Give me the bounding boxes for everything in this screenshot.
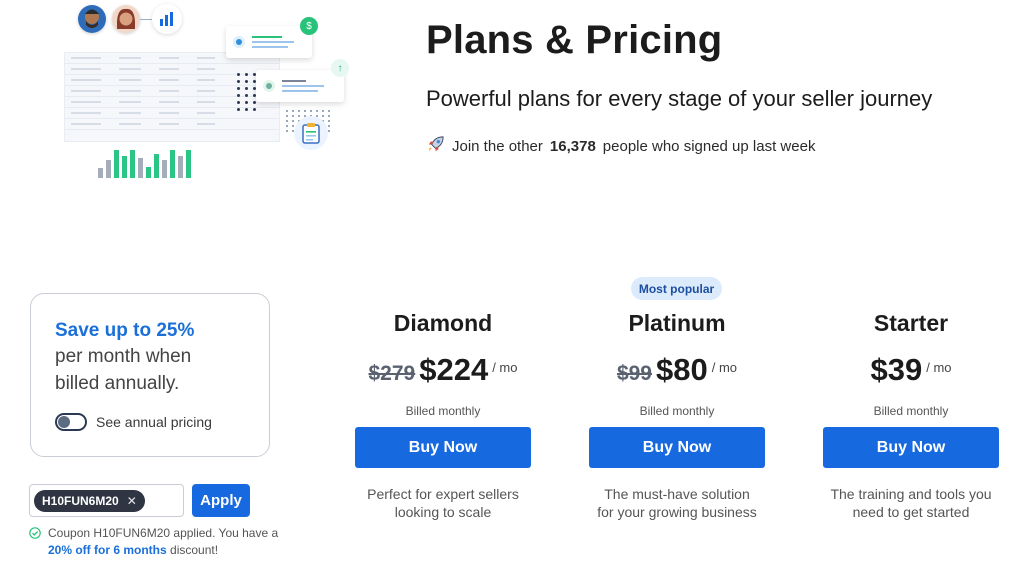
- apply-coupon-button[interactable]: Apply: [192, 484, 250, 517]
- page-subtitle: Powerful plans for every stage of your s…: [426, 86, 933, 111]
- price-row: $99 $80 / mo: [589, 352, 765, 392]
- bar-chart-icon: [152, 4, 182, 34]
- dollar-icon: $: [300, 17, 318, 35]
- plan-description: The must-have solution for your growing …: [597, 486, 757, 520]
- old-price: $279: [368, 362, 416, 385]
- page-title: Plans & Pricing: [426, 18, 723, 62]
- old-price: $99: [616, 362, 652, 385]
- price-row: $39 / mo: [823, 352, 999, 392]
- billing-frequency: Billed monthly: [405, 404, 481, 418]
- remove-coupon-icon[interactable]: ✕: [127, 494, 137, 508]
- plan-card-diamond: Diamond $279 $224 / mo Billed monthly Bu…: [355, 310, 531, 521]
- billing-frequency: Billed monthly: [873, 404, 949, 418]
- coupon-status: Coupon H10FUN6M20 applied. You have a 20…: [29, 525, 279, 559]
- current-price: $80: [656, 352, 708, 387]
- rocket-icon: [426, 135, 445, 158]
- save-description: per month when billed annually.: [55, 346, 192, 394]
- plan-description: Perfect for expert sellers looking to sc…: [367, 486, 519, 520]
- arrow-up-icon: ↑: [331, 59, 349, 77]
- coupon-status-text: Coupon H10FUN6M20 applied. You have a 20…: [48, 525, 279, 559]
- clipboard-icon: [294, 116, 328, 150]
- toggle-knob: [58, 416, 70, 428]
- table-illustration: [64, 52, 280, 142]
- signup-prefix: Join the other: [452, 138, 543, 155]
- current-price: $224: [419, 352, 489, 387]
- bar-graph-illustration: [98, 148, 191, 178]
- annual-pricing-toggle[interactable]: [55, 413, 87, 431]
- coupon-status-suffix: discount!: [170, 543, 219, 557]
- price-period: / mo: [926, 360, 952, 375]
- signup-note: Join the other 16,378 people who signed …: [426, 135, 815, 158]
- coupon-chip: H10FUN6M20 ✕: [34, 489, 145, 512]
- annual-pricing-card: Save up to 25% per month when billed ann…: [30, 293, 270, 457]
- signup-suffix: people who signed up last week: [602, 138, 816, 155]
- plan-card-starter: Starter $39 / mo Billed monthly Buy Now …: [823, 310, 999, 521]
- billing-frequency: Billed monthly: [639, 404, 715, 418]
- save-headline: Save up to 25%: [55, 320, 195, 341]
- buy-now-button-starter[interactable]: Buy Now: [823, 427, 999, 468]
- current-price: $39: [870, 352, 923, 387]
- buy-now-button-diamond[interactable]: Buy Now: [355, 427, 531, 468]
- avatar-group: [78, 4, 182, 34]
- annual-toggle-row: See annual pricing: [55, 413, 269, 431]
- avatar: [78, 5, 106, 33]
- connector-line: [140, 18, 152, 20]
- plan-description: The training and tools you need to get s…: [830, 486, 992, 520]
- coupon-code: H10FUN6M20: [42, 493, 119, 508]
- coupon-input[interactable]: H10FUN6M20 ✕: [29, 484, 184, 517]
- coupon-status-prefix: Coupon H10FUN6M20 applied. You have a: [48, 526, 279, 540]
- check-circle-icon: [29, 527, 41, 559]
- plan-name: Diamond: [393, 310, 493, 336]
- metric-card-illustration: [226, 26, 312, 58]
- plan-card-platinum: Platinum $99 $80 / mo Billed monthly Buy…: [589, 310, 765, 521]
- annual-toggle-label[interactable]: See annual pricing: [96, 414, 212, 430]
- buy-now-button-platinum[interactable]: Buy Now: [589, 427, 765, 468]
- plan-name: Starter: [873, 310, 949, 336]
- metric-card-illustration: [256, 70, 344, 102]
- price-row: $279 $224 / mo: [355, 352, 531, 392]
- most-popular-badge: Most popular: [631, 277, 722, 300]
- price-period: / mo: [492, 360, 518, 375]
- signup-count: 16,378: [549, 138, 596, 155]
- plan-name: Platinum: [628, 310, 726, 336]
- coupon-discount-highlight: 20% off for 6 months: [48, 543, 167, 557]
- avatar: [112, 5, 140, 33]
- hero-illustration: $ ↑: [50, 0, 350, 180]
- price-period: / mo: [711, 360, 738, 375]
